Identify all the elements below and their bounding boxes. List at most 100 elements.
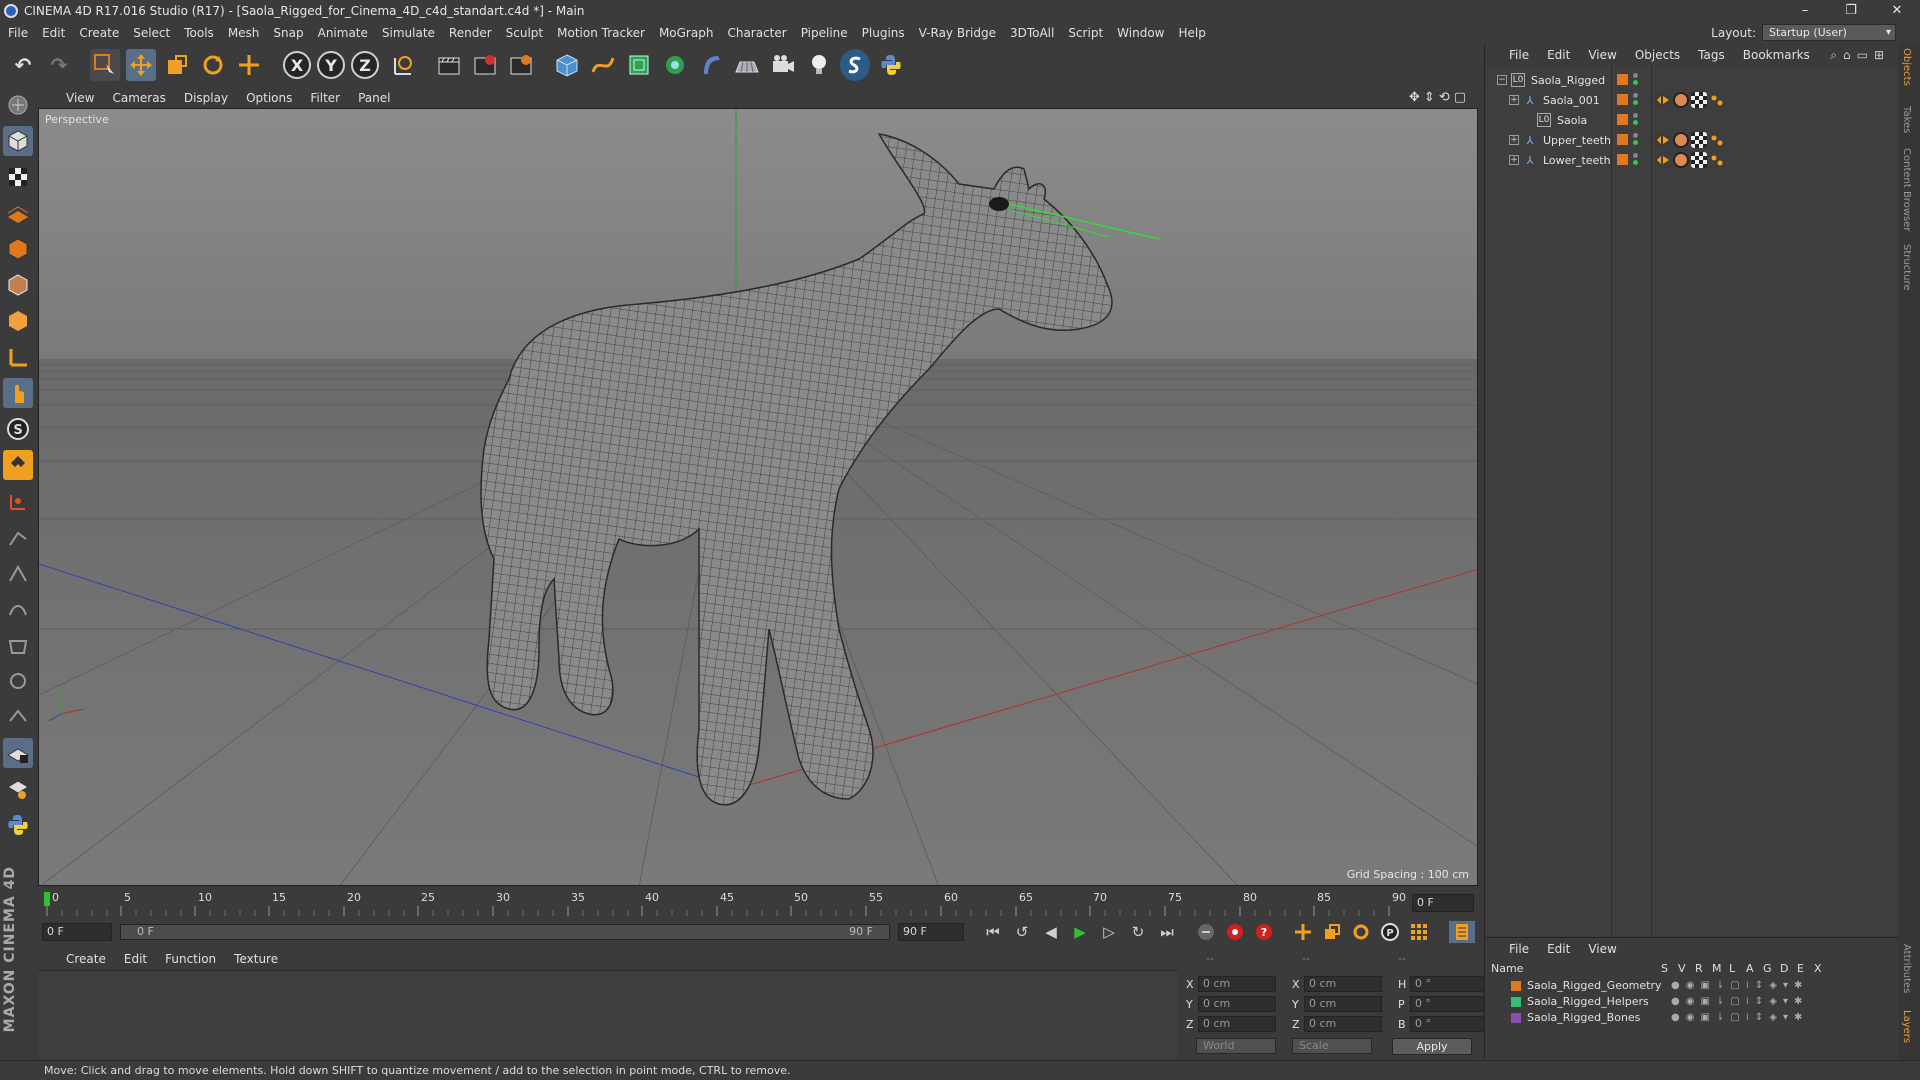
current-frame-field[interactable]: 0 F (1412, 894, 1474, 912)
python-script-icon[interactable] (876, 49, 906, 81)
viewport-menu-display[interactable]: Display (184, 91, 228, 105)
om-menu-edit[interactable]: Edit (1547, 48, 1570, 62)
apply-button[interactable]: Apply (1392, 1038, 1472, 1055)
weight-tag-icon[interactable] (1655, 132, 1671, 148)
points-mode-icon[interactable] (3, 234, 33, 264)
layer-row-geometry[interactable]: Saola_Rigged_Geometry ●◉▣⇂▢⁞⇕◈▾✱ (1485, 978, 1899, 993)
timeline-ruler[interactable]: 0 5 10 15 20 25 30 35 40 45 50 55 60 65 … (38, 888, 1478, 918)
material-menu-create[interactable]: Create (66, 952, 106, 966)
menu-plugins[interactable]: Plugins (862, 26, 905, 40)
om-menu-tags[interactable]: Tags (1698, 48, 1725, 62)
camera-object-icon[interactable] (768, 49, 798, 81)
menu-window[interactable]: Window (1117, 26, 1164, 40)
floor-object-icon[interactable] (732, 49, 762, 81)
om-search-icon[interactable]: ⌕⌂▭⊞ (1830, 48, 1890, 63)
texture-tag-icon[interactable] (1691, 92, 1707, 108)
deformer-bend-icon[interactable] (696, 49, 726, 81)
live-selection-icon[interactable] (90, 49, 120, 81)
axis-mode-icon[interactable] (3, 342, 33, 372)
cloth-tool-icon[interactable] (3, 630, 33, 660)
position-x-field[interactable]: 0 cm (1198, 976, 1276, 992)
tab-objects[interactable]: Objects (1901, 48, 1912, 86)
material-tag-icon[interactable] (1673, 132, 1689, 148)
next-key-icon[interactable]: ↻ (1125, 921, 1151, 943)
xref-icon[interactable] (3, 774, 33, 804)
tab-layers[interactable]: Layers (1901, 1010, 1912, 1043)
move-tool-icon[interactable] (126, 49, 156, 81)
texture-mode-icon[interactable] (3, 162, 33, 192)
selection-tag-icon[interactable] (1709, 92, 1725, 108)
position-z-field[interactable]: 0 cm (1198, 1016, 1276, 1032)
layer-toggles-icon[interactable]: ●◉▣⇂▢⁞⇕◈▾✱ (1671, 980, 1808, 991)
material-menu-function[interactable]: Function (165, 952, 216, 966)
selection-tag-icon[interactable] (1709, 132, 1725, 148)
timeline-window-icon[interactable] (1449, 921, 1475, 943)
go-to-end-icon[interactable]: ⏭ (1154, 921, 1180, 943)
paint-tool-icon[interactable] (3, 666, 33, 696)
layer-toggles-icon[interactable]: ●◉▣⇂▢⁞⇕◈▾✱ (1671, 1012, 1808, 1023)
menu-select[interactable]: Select (133, 26, 170, 40)
menu-sculpt[interactable]: Sculpt (506, 26, 543, 40)
layer-color-swatch[interactable] (1617, 154, 1628, 165)
vray-bridge-icon[interactable] (840, 49, 870, 81)
menu-mesh[interactable]: Mesh (228, 26, 260, 40)
material-manager-area[interactable] (38, 970, 1178, 1058)
render-view-icon[interactable] (434, 49, 464, 81)
axis-x-lock-button[interactable]: X (283, 51, 311, 79)
tab-attributes[interactable]: Attributes (1901, 944, 1912, 993)
model-mode-icon[interactable] (3, 126, 33, 156)
menu-motion-tracker[interactable]: Motion Tracker (557, 26, 645, 40)
transform-mode-dropdown[interactable]: Scale (1292, 1038, 1372, 1054)
layer-color-swatch[interactable] (1511, 980, 1521, 991)
key-position-icon[interactable] (1290, 921, 1316, 943)
om-menu-bookmarks[interactable]: Bookmarks (1743, 48, 1810, 62)
size-y-field[interactable]: 0 cm (1304, 996, 1382, 1012)
layer-menu-file[interactable]: File (1509, 942, 1529, 956)
material-tag-icon[interactable] (1673, 152, 1689, 168)
weight-tag-icon[interactable] (1655, 152, 1671, 168)
workplane-mode-icon[interactable] (3, 198, 33, 228)
om-menu-file[interactable]: File (1509, 48, 1529, 62)
axis-z-lock-button[interactable]: Z (351, 51, 379, 79)
expand-toggle[interactable]: + (1509, 155, 1519, 165)
previous-frame-icon[interactable]: ◀ (1038, 921, 1064, 943)
material-menu-edit[interactable]: Edit (124, 952, 147, 966)
render-picture-viewer-icon[interactable] (470, 49, 500, 81)
magnet-tool-icon[interactable] (3, 450, 33, 480)
layer-toggles-icon[interactable]: ●◉▣⇂▢⁞⇕◈▾✱ (1671, 996, 1808, 1007)
object-row-lower-teeth[interactable]: + ⅄ Lower_teeth (1485, 150, 1899, 170)
layer-color-swatch[interactable] (1617, 134, 1628, 145)
start-frame-field[interactable]: 0 F (42, 923, 112, 941)
bind-tool-icon[interactable] (3, 594, 33, 624)
layer-color-swatch[interactable] (1511, 1012, 1521, 1023)
viewport-menu-view[interactable]: View (66, 91, 94, 105)
menu-create[interactable]: Create (79, 26, 119, 40)
redo-icon[interactable]: ↷ (44, 49, 74, 81)
previous-key-icon[interactable]: ↺ (1009, 921, 1035, 943)
visibility-toggle[interactable] (1633, 73, 1639, 87)
key-point-level-icon[interactable] (1406, 921, 1432, 943)
tweak-mode-icon[interactable] (3, 378, 33, 408)
coordinate-system-dropdown[interactable]: World (1196, 1038, 1276, 1054)
layer-color-swatch[interactable] (1617, 114, 1628, 125)
menu-snap[interactable]: Snap (273, 26, 303, 40)
spline-pen-icon[interactable] (588, 49, 618, 81)
grid-lock-icon[interactable] (3, 738, 33, 768)
python-console-icon[interactable] (3, 810, 33, 840)
perspective-viewport[interactable]: Perspective Grid Spacing : 100 cm (38, 108, 1478, 886)
layer-color-swatch[interactable] (1617, 74, 1628, 85)
menu-character[interactable]: Character (727, 26, 786, 40)
close-button[interactable]: ✕ (1874, 0, 1920, 22)
go-to-start-icon[interactable]: ⏮ (980, 921, 1006, 943)
axis-y-lock-button[interactable]: Y (317, 51, 345, 79)
object-row-saola[interactable]: L0 Saola (1485, 110, 1899, 130)
rotation-h-field[interactable]: 0 ° (1410, 976, 1488, 992)
key-rotation-icon[interactable] (1348, 921, 1374, 943)
make-editable-icon[interactable] (3, 90, 33, 120)
undo-icon[interactable]: ↶ (8, 49, 38, 81)
viewport-menu-options[interactable]: Options (246, 91, 292, 105)
menu-tools[interactable]: Tools (184, 26, 214, 40)
weight-tag-icon[interactable] (1655, 92, 1671, 108)
menu-edit[interactable]: Edit (42, 26, 65, 40)
menu-pipeline[interactable]: Pipeline (801, 26, 848, 40)
